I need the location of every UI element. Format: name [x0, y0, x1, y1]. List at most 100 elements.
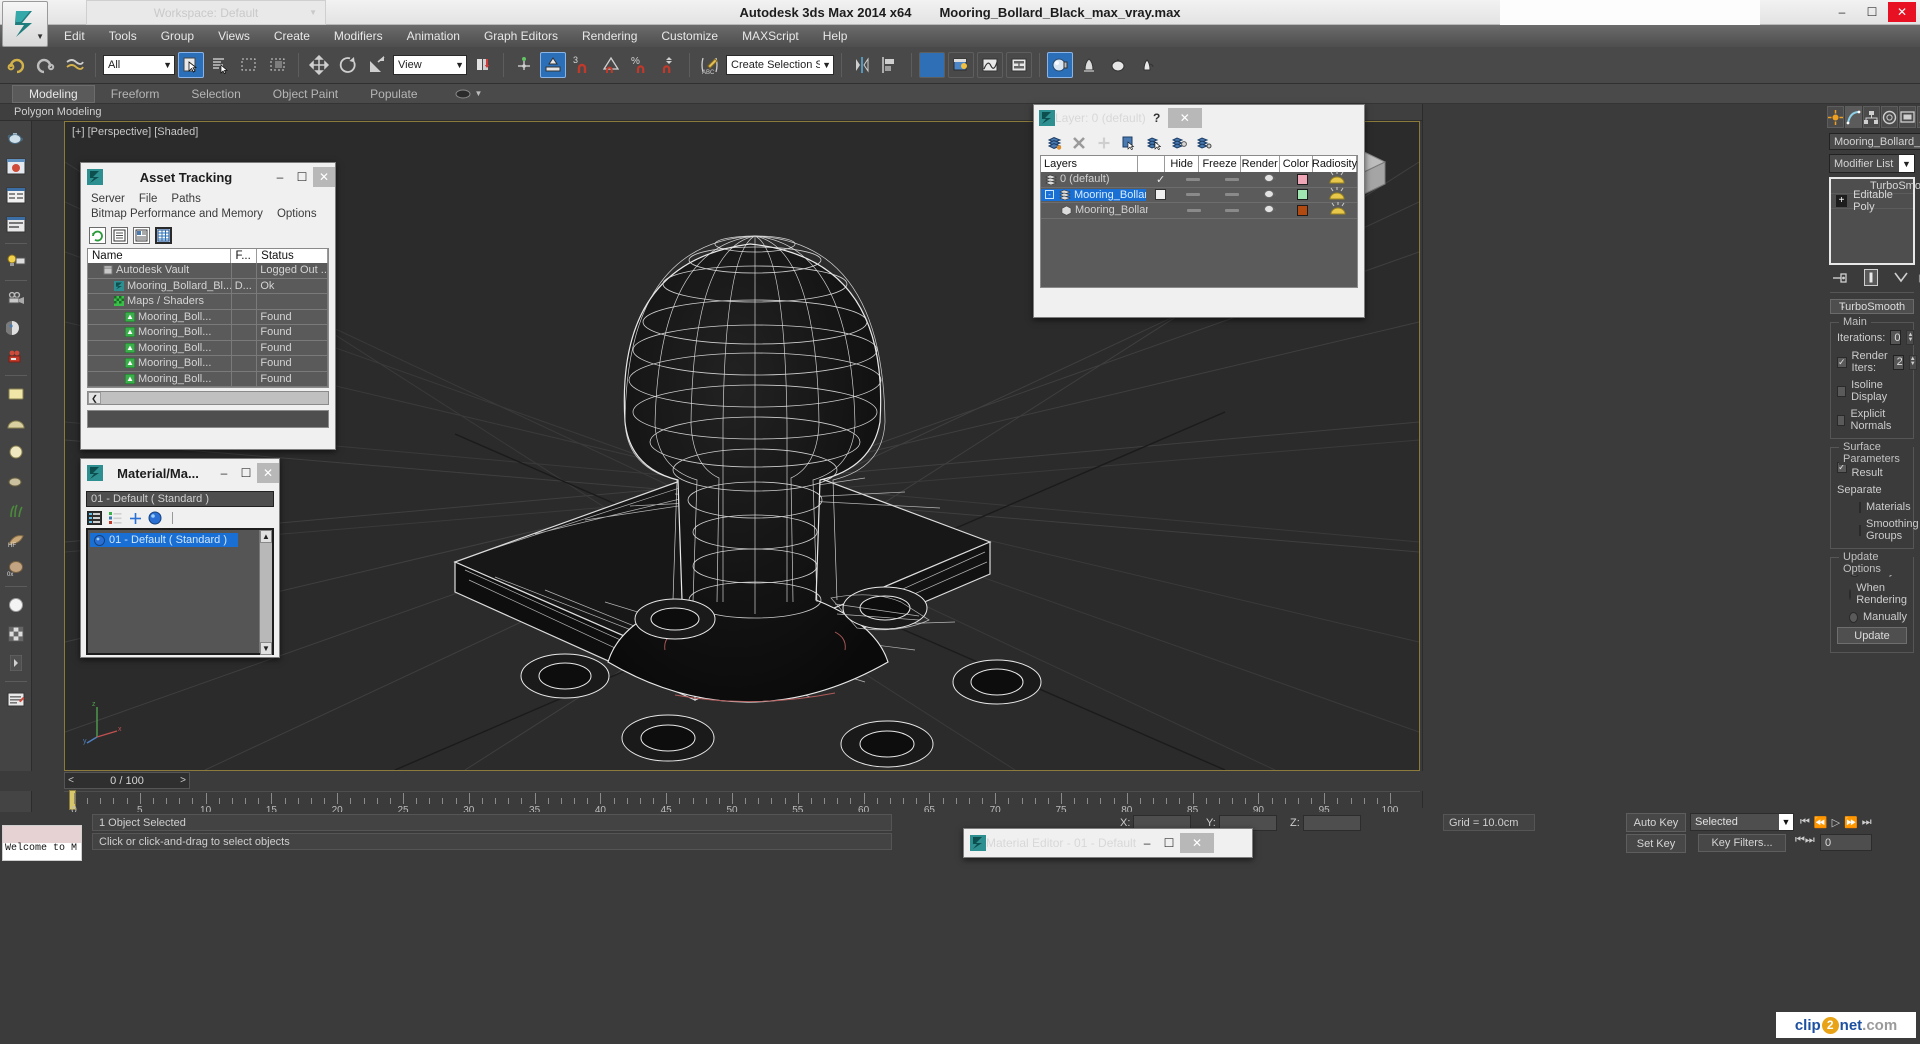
color-swatch[interactable] — [1296, 173, 1308, 185]
table-row[interactable]: Mooring_Boll... Found — [88, 340, 328, 356]
frame-next-button[interactable]: > — [177, 775, 189, 786]
turbosmooth-rollup[interactable]: - TurboSmooth — [1830, 299, 1914, 314]
light-icon[interactable] — [3, 249, 29, 275]
close-button[interactable]: ✕ — [1888, 2, 1916, 22]
tab-populate[interactable]: Populate — [354, 86, 433, 102]
mirror-icon[interactable] — [849, 52, 875, 78]
layer-table[interactable]: Layers Hide Freeze Render Color Radiosit… — [1040, 155, 1358, 288]
modifier-list-dropdown[interactable]: Modifier List ▼ — [1829, 154, 1915, 173]
tab-object-paint[interactable]: Object Paint — [257, 86, 354, 102]
list-view-icon[interactable] — [111, 227, 128, 244]
layer-hide-cell[interactable] — [1175, 177, 1211, 181]
menu-file[interactable]: File — [139, 193, 158, 205]
asset-tracking-table[interactable]: Name F... Status Autodesk Vault Logged Ou… — [87, 248, 329, 388]
sphere-material-icon[interactable] — [3, 439, 29, 465]
play-animation-icon[interactable]: ▷ — [1832, 816, 1840, 829]
layer-explorer-icon[interactable] — [919, 52, 945, 78]
asset-tracking-hscrollbar[interactable]: ❮ — [87, 391, 329, 405]
view-group-icon[interactable] — [108, 511, 123, 525]
add-selection-icon[interactable] — [1096, 135, 1112, 151]
show-end-result-icon[interactable] — [1864, 269, 1878, 286]
color-swatch[interactable] — [1297, 204, 1309, 216]
select-and-manipulate-icon[interactable] — [511, 52, 537, 78]
layer-name-cell[interactable]: - Mooring_Bollard_Bla — [1041, 188, 1147, 201]
plane-material-icon[interactable] — [3, 381, 29, 407]
camera-red-icon[interactable] — [3, 344, 29, 370]
settings-panel-icon[interactable] — [3, 212, 29, 238]
camera-target-icon[interactable] — [3, 315, 29, 341]
current-key-field[interactable]: 0 — [1820, 834, 1872, 851]
table-row[interactable]: Maps / Shaders — [88, 293, 329, 310]
rock-material-icon[interactable]: 0x — [3, 555, 29, 581]
delete-layer-icon[interactable] — [1071, 135, 1087, 151]
highlight-selected-objects-icon[interactable] — [1146, 135, 1162, 151]
make-unique-icon[interactable] — [1894, 269, 1908, 286]
selection-filter-combo[interactable]: All ▼ — [103, 55, 175, 75]
select-and-rotate-icon[interactable] — [335, 52, 361, 78]
layer-freeze-cell[interactable] — [1212, 208, 1253, 212]
menu-server[interactable]: Server — [91, 193, 125, 205]
asset-tracking-maximize[interactable]: ☐ — [291, 167, 313, 187]
layer-name-cell[interactable]: Mooring_Bollard_ — [1041, 204, 1148, 216]
menu-group[interactable]: Group — [149, 27, 206, 45]
menu-rendering[interactable]: Rendering — [570, 27, 649, 45]
list-panel-icon[interactable] — [3, 183, 29, 209]
tab-freeform[interactable]: Freeform — [95, 86, 176, 102]
layer-hide-cell[interactable] — [1175, 193, 1211, 197]
table-row[interactable]: Autodesk Vault Logged Out ... — [88, 262, 328, 279]
tab-display[interactable] — [1899, 106, 1916, 128]
previous-frame-icon[interactable]: ⏪ — [1814, 816, 1828, 829]
dome-material-icon[interactable] — [3, 410, 29, 436]
collapse-icon[interactable]: - — [1841, 301, 1845, 313]
update-button[interactable]: Update — [1837, 627, 1907, 644]
object-name-field[interactable]: Mooring_Bollard_Black — [1829, 133, 1920, 150]
tab-selection[interactable]: Selection — [175, 86, 256, 102]
layer-row[interactable]: Mooring_Bollard_ — [1041, 201, 1357, 219]
select-and-move-icon[interactable] — [306, 52, 332, 78]
table-row[interactable]: Mooring_Boll... Found — [88, 324, 328, 341]
material-browser-minimize[interactable]: – — [213, 463, 235, 483]
layer-manager-icon[interactable] — [948, 52, 974, 78]
menu-graph-editors[interactable]: Graph Editors — [472, 27, 570, 45]
move-icon[interactable] — [129, 512, 142, 525]
white-sphere-icon[interactable] — [3, 592, 29, 618]
layer-window[interactable]: Layer: 0 (default) ? ✕ Layers Hide Freez… — [1033, 104, 1365, 318]
material-browser-list[interactable]: 01 - Default ( Standard ) ▲ ▼ — [86, 528, 274, 655]
tab-create[interactable] — [1827, 106, 1844, 128]
turbosmooth-rollup-header[interactable]: - TurboSmooth — [1830, 299, 1914, 314]
snaps-toggle-icon[interactable] — [540, 52, 566, 78]
stack-item-editable-poly[interactable]: + Editable Poly — [1831, 189, 1913, 213]
tab-hierarchy[interactable] — [1863, 106, 1880, 128]
materials-checkbox[interactable] — [1859, 501, 1861, 513]
current-layer-checkbox[interactable] — [1155, 189, 1167, 201]
use-pivot-point-center-icon[interactable] — [470, 52, 496, 78]
teapot-icon[interactable] — [3, 125, 29, 151]
undo-icon[interactable] — [4, 52, 30, 78]
menu-maxscript[interactable]: MAXScript — [730, 27, 811, 45]
scroll-track[interactable] — [101, 392, 328, 404]
iterations-field[interactable]: 0 — [1890, 330, 1902, 345]
key-filters-button[interactable]: Key Filters... — [1698, 834, 1786, 852]
render-frame-window-icon[interactable] — [1105, 52, 1131, 78]
layer-render-cell[interactable] — [1252, 188, 1287, 202]
material-browser-maximize[interactable]: ☐ — [235, 463, 257, 483]
material-map-browser-window[interactable]: Material/Ma... – ☐ ✕ 01 - Default ( Stan… — [80, 458, 280, 658]
menu-bitmap-performance[interactable]: Bitmap Performance and Memory — [91, 208, 263, 220]
layer-current-cell[interactable] — [1146, 189, 1174, 201]
menu-modifiers[interactable]: Modifiers — [322, 27, 395, 45]
material-browser-search-field[interactable]: 01 - Default ( Standard ) — [86, 491, 274, 507]
teapot-material-icon[interactable] — [3, 468, 29, 494]
update-when-rendering-row[interactable]: When Rendering — [1837, 582, 1907, 606]
material-editor-close[interactable]: ✕ — [1180, 833, 1215, 853]
percent-snap-icon[interactable]: % — [627, 52, 653, 78]
isoline-display-checkbox[interactable] — [1837, 385, 1847, 397]
named-selection-set-combo[interactable]: Create Selection Se ▼ — [726, 55, 834, 75]
material-editor-maximize[interactable]: ☐ — [1158, 833, 1180, 853]
layer-radiosity-cell[interactable] — [1318, 201, 1357, 219]
rectangular-selection-region-icon[interactable] — [236, 52, 262, 78]
ribbon-overflow-button[interactable]: ▼ — [454, 88, 482, 100]
checker-grid-icon[interactable] — [3, 621, 29, 647]
menu-views[interactable]: Views — [206, 27, 262, 45]
select-by-name-icon[interactable] — [207, 52, 233, 78]
material-sphere-icon[interactable] — [148, 511, 162, 525]
